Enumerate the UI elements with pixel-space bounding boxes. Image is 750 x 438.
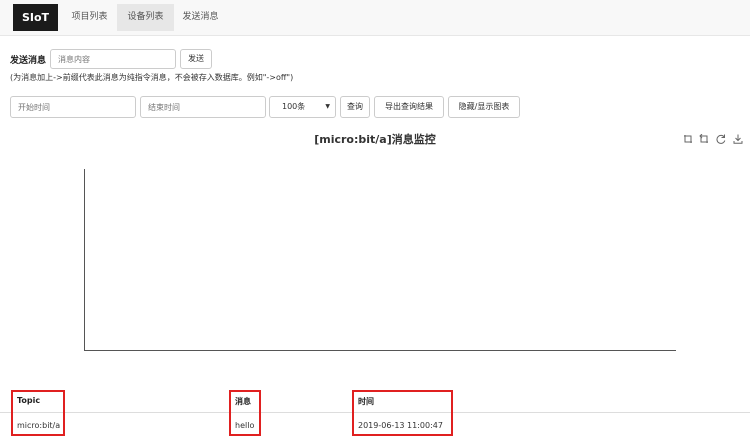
- chart-title: [micro:bit/a]消息监控: [314, 133, 436, 146]
- nav-item-projects[interactable]: 项目列表: [62, 4, 117, 31]
- start-time-input[interactable]: [10, 96, 136, 118]
- nav-item-devices[interactable]: 设备列表: [117, 4, 174, 31]
- send-hint-text: (为消息加上->前缀代表此消息为纯指令消息，不会被存入数据库。例如"->off"…: [10, 73, 294, 82]
- highlight-box-topic: [11, 390, 65, 436]
- highlight-box-message: [229, 390, 261, 436]
- zoom-reset-icon[interactable]: [699, 133, 709, 147]
- nav-item-send-message[interactable]: 发送消息: [174, 4, 227, 31]
- restore-icon[interactable]: [716, 134, 726, 147]
- send-button[interactable]: 发送: [180, 49, 212, 69]
- download-icon[interactable]: [733, 134, 743, 147]
- message-content-input[interactable]: [50, 49, 176, 69]
- highlight-box-time: [352, 390, 453, 436]
- export-results-button[interactable]: 导出查询结果: [374, 96, 444, 118]
- chevron-down-icon: ▼: [325, 103, 330, 110]
- count-select[interactable]: 100条 ▼: [269, 96, 336, 118]
- toggle-chart-button[interactable]: 隐藏/显示图表: [448, 96, 520, 118]
- send-message-label: 发送消息: [10, 56, 47, 66]
- end-time-input[interactable]: [140, 96, 266, 118]
- chart-plot-area: [84, 169, 676, 351]
- top-navbar: SIoT 项目列表 设备列表 发送消息: [0, 0, 750, 36]
- count-select-value: 100条: [282, 102, 306, 111]
- brand-logo[interactable]: SIoT: [13, 4, 58, 31]
- query-button[interactable]: 查询: [340, 96, 370, 118]
- zoom-icon[interactable]: [683, 134, 693, 147]
